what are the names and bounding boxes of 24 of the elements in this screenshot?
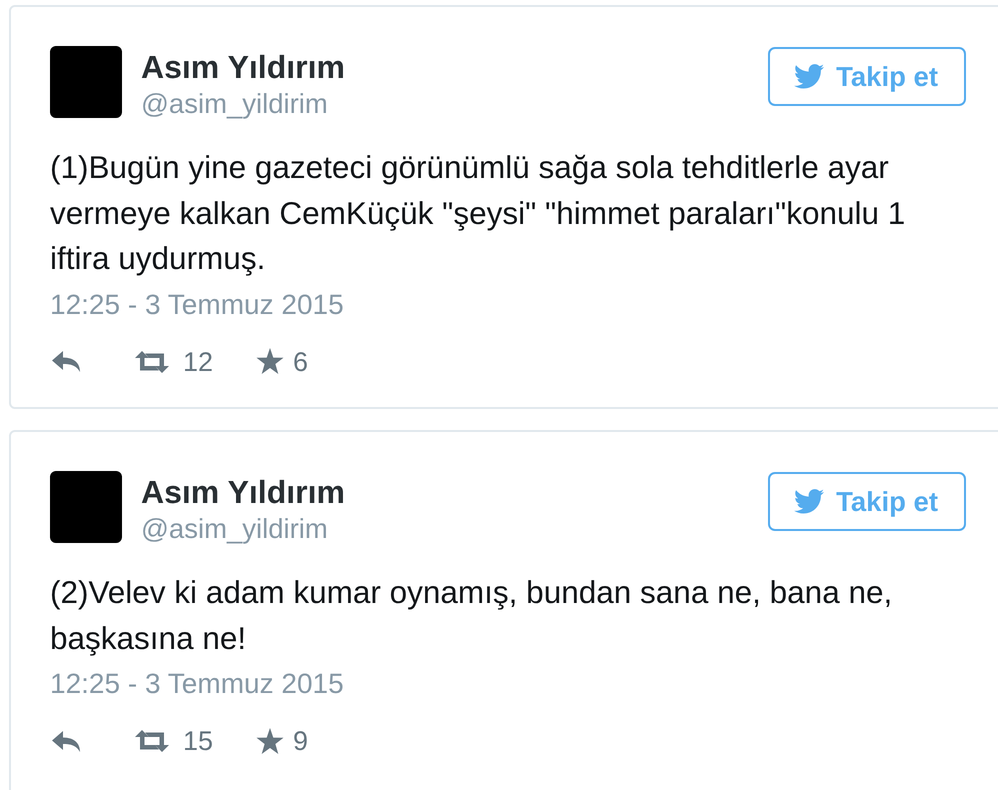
tweet-text: (1)Bugün yine gazeteci görünümlü sağa sola tehditlerle ayar vermeye kalkan CemKüçük "şeysi" "himmet paraları"konulu 1 iftira uydurmuş. <box>50 148 906 278</box>
retweet-count: 12 <box>183 346 214 376</box>
avatar-placeholder <box>50 471 122 543</box>
reply-icon[interactable] <box>52 730 82 752</box>
author-handle[interactable]: @asim_yildirim <box>141 88 328 120</box>
reply-icon[interactable] <box>52 351 82 372</box>
retweet-icon[interactable] <box>135 350 169 372</box>
star-icon[interactable] <box>256 348 284 375</box>
follow-button[interactable]: Takip et <box>768 47 966 106</box>
follow-button[interactable]: Takip et <box>768 472 966 531</box>
tweet-text: (2)Velev ki adam kumar oynamış, bundan sana ne, bana ne, başkasına ne! <box>50 573 894 658</box>
author-name[interactable]: Asım Yıldırım <box>141 474 345 510</box>
star-icon[interactable] <box>256 728 284 754</box>
bird-icon <box>794 489 824 514</box>
author-name[interactable]: Asım Yıldırım <box>141 49 345 85</box>
tweet-timestamp[interactable]: 12:25 - 3 Temmuz 2015 <box>50 288 344 322</box>
tweet-timestamp[interactable]: 12:25 - 3 Temmuz 2015 <box>50 667 344 701</box>
favorite-count: 6 <box>293 346 308 376</box>
retweet-icon[interactable] <box>135 730 169 752</box>
bird-icon <box>794 64 824 89</box>
author-handle[interactable]: @asim_yildirim <box>141 513 328 545</box>
retweet-count: 15 <box>183 726 214 756</box>
favorite-count: 9 <box>293 726 308 756</box>
avatar-placeholder <box>50 46 122 118</box>
